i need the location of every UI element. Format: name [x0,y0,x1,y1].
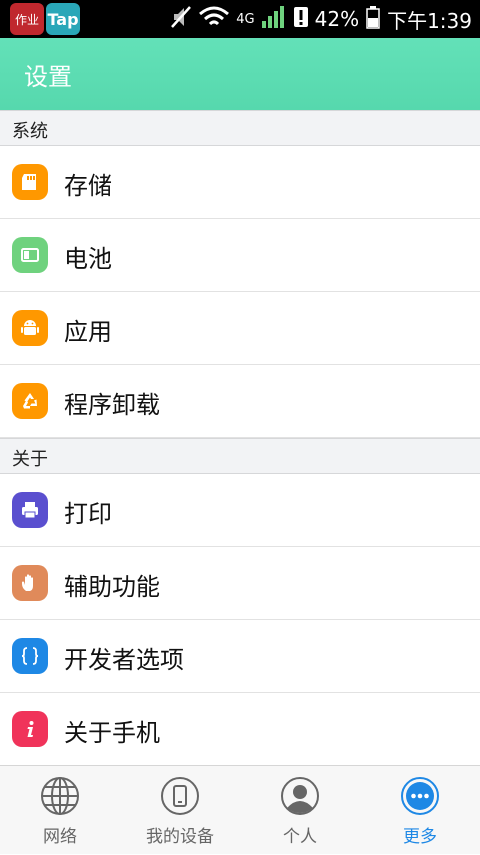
section-label: 系统 [12,121,48,142]
settings-item-label: 应用 [64,318,112,346]
settings-item-battery[interactable]: 电池 [0,219,480,292]
settings-item-developer-options[interactable]: 开发者选项 [0,620,480,693]
globe-icon [41,777,79,815]
info-icon [12,711,48,747]
section-header-system: 系统 [0,110,480,146]
more-icon [401,777,439,815]
settings-item-storage[interactable]: 存储 [0,146,480,219]
app-header: 设置 [0,38,480,111]
hand-icon [12,565,48,601]
android-icon [12,310,48,346]
settings-item-print[interactable]: 打印 [0,474,480,547]
settings-item-about-phone[interactable]: 关于手机 [0,693,480,766]
device-icon [161,777,199,815]
storage-icon [12,164,48,200]
settings-item-label: 辅助功能 [64,573,160,601]
settings-item-label: 电池 [64,245,112,273]
settings-item-uninstall[interactable]: 程序卸载 [0,365,480,438]
nav-tab-my-device[interactable]: 我的设备 [120,766,240,855]
braces-icon [12,638,48,674]
settings-item-apps[interactable]: 应用 [0,292,480,365]
settings-item-label: 程序卸载 [64,391,160,419]
wifi-icon [198,5,230,33]
section-label: 关于 [12,449,48,470]
printer-icon [12,492,48,528]
nav-tab-label: 个人 [283,827,317,847]
nav-tab-more[interactable]: 更多 [360,766,480,855]
mute-icon [170,5,192,33]
status-bar: 作业 Tap 4G 42% 下午1:39 [0,0,480,38]
recycle-icon [12,383,48,419]
network-type-label: 4G [236,11,255,27]
page-title: 设置 [24,63,72,91]
tap-app-notification-icon: Tap [46,3,80,35]
settings-item-label: 关于手机 [64,719,160,747]
battery-percent: 42% [314,7,360,31]
nav-tab-personal[interactable]: 个人 [240,766,360,855]
person-icon [281,777,319,815]
settings-item-label: 打印 [64,500,112,528]
battery-icon [365,5,381,33]
nav-tab-label: 我的设备 [146,827,214,847]
settings-item-label: 开发者选项 [64,646,184,674]
nav-tab-label: 网络 [43,827,77,847]
settings-item-label: 存储 [64,172,112,200]
settings-item-accessibility[interactable]: 辅助功能 [0,547,480,620]
zuoye-app-notification-icon: 作业 [10,3,44,35]
nav-tab-label: 更多 [403,827,437,847]
alert-icon [293,5,309,33]
clock: 下午1:39 [387,8,472,33]
nav-tab-network[interactable]: 网络 [0,766,120,855]
signal-icon [261,5,287,33]
battery-icon [12,237,48,273]
bottom-navigation: 网络 我的设备 个人 更多 [0,765,480,854]
section-header-about: 关于 [0,438,480,474]
